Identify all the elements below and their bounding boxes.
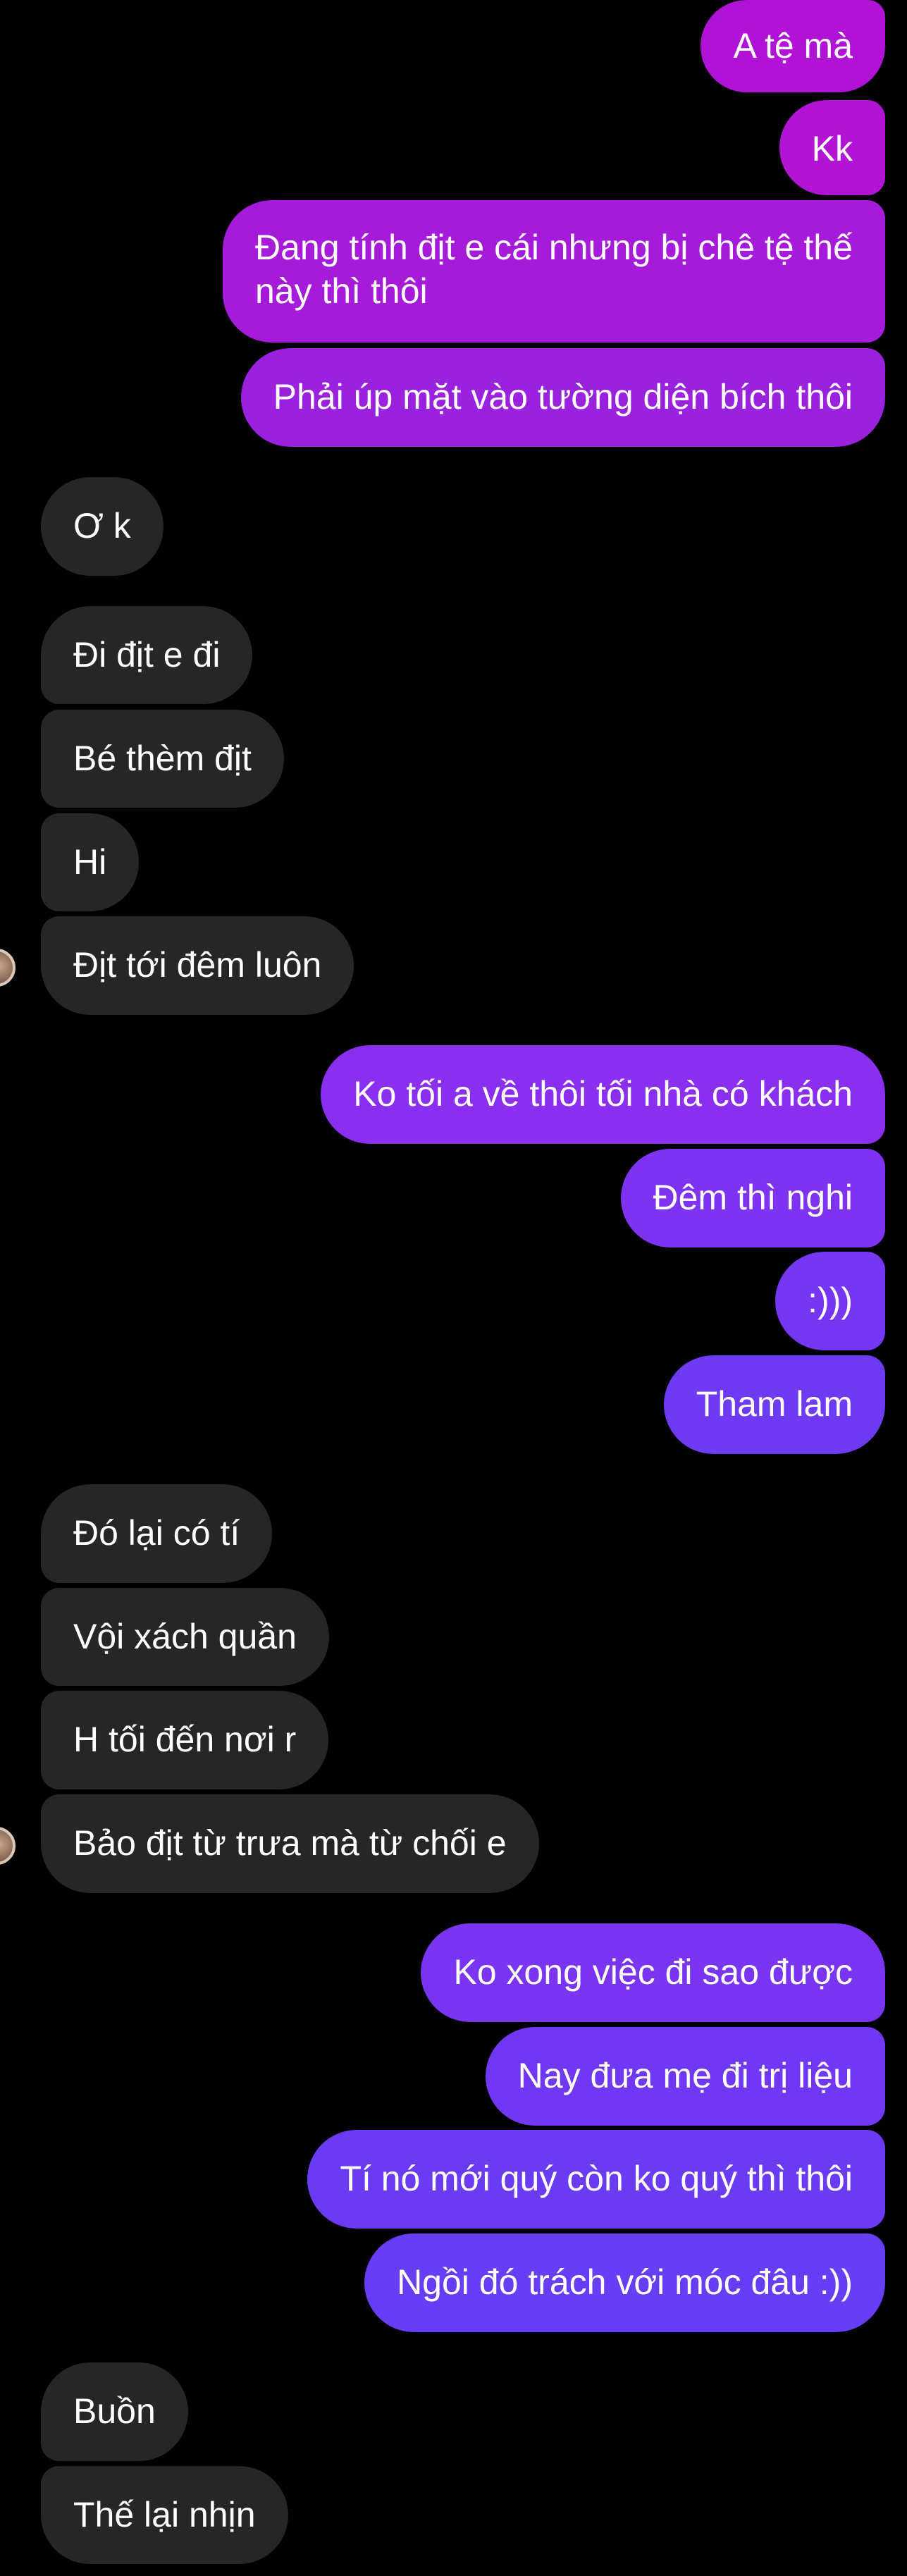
received-message[interactable]: Thế lại nhịn [41,2466,288,2564]
sent-message[interactable]: Đêm thì nghi [620,1149,885,1247]
received-message[interactable]: H tối đến nơi r [41,1691,329,1789]
received-message[interactable]: Ơ k [41,477,163,576]
received-message[interactable]: Buồn [41,2362,188,2461]
sent-message[interactable]: A tệ mà [701,0,885,92]
received-message[interactable]: Địt tới đêm luôn [41,916,354,1015]
sent-message[interactable]: Phải úp mặt vào tường diện bích thôi [240,348,885,447]
received-message[interactable]: Vội xách quần [41,1588,329,1686]
contact-avatar[interactable] [0,949,16,987]
received-message[interactable]: Đi địt e đi [41,606,253,704]
received-message[interactable]: Bé thèm địt [41,710,284,808]
sent-message[interactable]: Nay đưa mẹ đi trị liệu [485,2027,885,2126]
sent-message[interactable]: :))) [775,1252,885,1350]
received-message[interactable]: Hi [41,813,140,911]
received-message[interactable]: Bảo địt từ trưa mà từ chối e [41,1794,539,1893]
sent-message[interactable]: Tham lam [663,1355,885,1454]
contact-avatar[interactable] [0,1827,16,1865]
sent-message[interactable]: Đang tính địt e cái nhưng bị chê tệ thế … [223,200,885,343]
sent-message[interactable]: Ngồi đó trách với móc đâu :)) [364,2233,885,2332]
sent-message[interactable]: Ko tối a về thôi tối nhà có khách [321,1045,885,1144]
sent-message[interactable]: Ko xong việc đi sao được [421,1923,885,2022]
received-message[interactable]: Đó lại có tí [41,1484,273,1583]
sent-message[interactable]: Kk [779,100,885,195]
sent-message[interactable]: Tí nó mới quý còn ko quý thì thôi [307,2130,885,2229]
